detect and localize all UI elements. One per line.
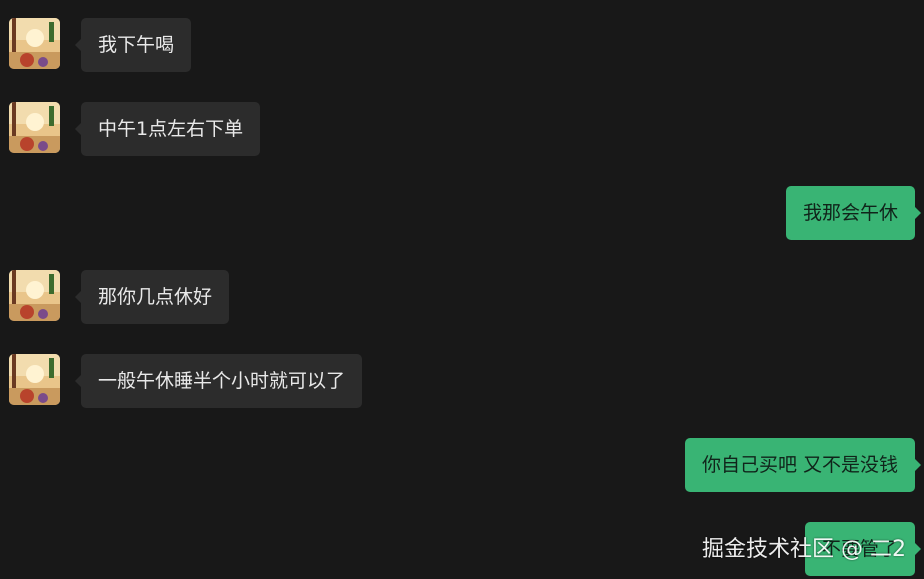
message-row-incoming: 那你几点休好 (0, 270, 924, 324)
contact-avatar[interactable] (9, 270, 60, 321)
chat-window: 我下午喝 中午1点左右下单 我那会午休 那你几点休好 一般午休睡半个小时就可以了… (0, 0, 924, 579)
incoming-message-bubble[interactable]: 那你几点休好 (74, 270, 230, 324)
message-row-outgoing: 我那会午休 (0, 186, 924, 240)
outgoing-message-bubble[interactable]: 我那会午休 (785, 186, 922, 240)
contact-avatar[interactable] (9, 354, 60, 405)
message-row-outgoing: 你自己买吧 又不是没钱 (0, 438, 924, 492)
outgoing-message-bubble[interactable]: 你自己买吧 又不是没钱 (684, 438, 922, 492)
incoming-message-bubble[interactable]: 我下午喝 (74, 18, 192, 72)
contact-avatar[interactable] (9, 18, 60, 69)
incoming-message-bubble[interactable]: 一般午休睡半个小时就可以了 (74, 354, 363, 408)
message-row-incoming: 中午1点左右下单 (0, 102, 924, 156)
contact-avatar[interactable] (9, 102, 60, 153)
incoming-message-bubble[interactable]: 中午1点左右下单 (74, 102, 261, 156)
message-row-incoming: 一般午休睡半个小时就可以了 (0, 354, 924, 408)
message-row-incoming: 我下午喝 (0, 18, 924, 72)
watermark: 掘金技术社区 @ 二2 (702, 537, 906, 562)
